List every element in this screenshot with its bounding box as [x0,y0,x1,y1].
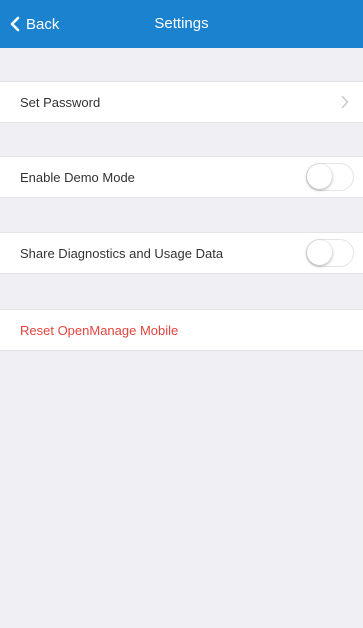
settings-screen: Back Settings Set Password Enable Demo M… [0,0,363,628]
diagnostics-toggle-knob [307,240,332,265]
diagnostics-toggle[interactable] [306,239,354,267]
demo-mode-toggle-knob [307,164,332,189]
demo-mode-label: Enable Demo Mode [20,169,135,185]
back-button[interactable]: Back [8,0,59,48]
chevron-right-icon [341,95,349,109]
demo-mode-toggle[interactable] [306,163,354,191]
demo-mode-row: Enable Demo Mode [0,156,363,198]
set-password-label: Set Password [20,94,101,110]
chevron-left-icon [10,16,20,32]
diagnostics-label: Share Diagnostics and Usage Data [20,245,224,261]
navigation-bar: Back Settings [0,0,363,48]
set-password-row[interactable]: Set Password [0,81,363,123]
diagnostics-row: Share Diagnostics and Usage Data [0,232,363,274]
reset-openmanage-button[interactable]: Reset OpenManage Mobile [20,323,178,338]
reset-row[interactable]: Reset OpenManage Mobile [0,309,363,351]
back-label: Back [26,15,60,33]
